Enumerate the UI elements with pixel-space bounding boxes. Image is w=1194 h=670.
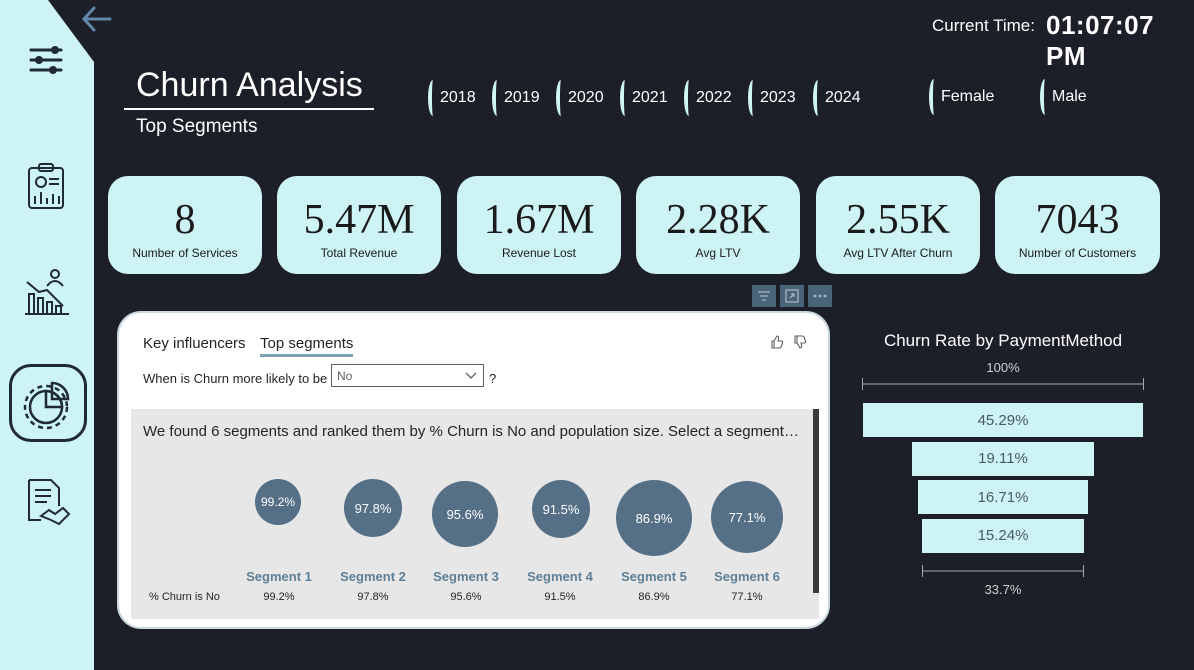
pie-gear-icon xyxy=(23,381,70,430)
funnel-bottom-percent: 33.7% xyxy=(984,582,1022,597)
top-segments-visual: Key influencers Top segments When is Chu… xyxy=(117,311,830,629)
funnel-bar[interactable]: 15.24% xyxy=(922,518,1084,553)
current-time-label: Current Time: xyxy=(932,16,1035,35)
churn-value-dropdown[interactable]: No xyxy=(331,364,484,387)
kpi-card-customers: 7043 Number of Customers xyxy=(995,176,1160,274)
thumbs-down-icon[interactable] xyxy=(793,335,807,349)
page-title: Churn Analysis xyxy=(136,66,363,104)
question-label: When is Churn more likely to be xyxy=(143,371,328,386)
kpi-value: 1.67M xyxy=(483,197,595,243)
kpi-card-services: 8 Number of Services xyxy=(108,176,262,274)
segment-churn-value: 99.2% xyxy=(263,591,295,603)
segment-name[interactable]: Segment 1 xyxy=(234,569,324,584)
segment-churn-value: 86.9% xyxy=(638,591,670,603)
segments-summary: We found 6 segments and ranked them by %… xyxy=(143,423,803,440)
year-label: 2022 xyxy=(696,89,732,106)
kpi-value: 8 xyxy=(174,197,196,243)
kpi-label: Number of Customers xyxy=(1018,246,1137,260)
current-time-value: 01:07:07 PM xyxy=(1046,10,1155,71)
declining-customers-chart-icon[interactable] xyxy=(19,264,73,318)
segment-bubble[interactable]: 77.1% xyxy=(711,481,783,553)
segment-name[interactable]: Segment 3 xyxy=(421,569,511,584)
year-label: 2023 xyxy=(760,89,796,106)
more-options-icon[interactable] xyxy=(808,285,832,307)
kpi-label: Number of Services xyxy=(132,246,238,260)
segment-bubble[interactable]: 86.9% xyxy=(616,480,692,556)
contract-handshake-icon[interactable] xyxy=(19,476,73,530)
kpi-value: 2.28K xyxy=(666,197,770,243)
segment-name[interactable]: Segment 5 xyxy=(609,569,699,584)
tab-top-segments[interactable]: Top segments xyxy=(260,335,354,357)
segment-churn-value: 77.1% xyxy=(731,591,763,603)
kpi-card-avg-ltv-after-churn: 2.55K Avg LTV After Churn xyxy=(816,176,980,274)
tab-key-influencers[interactable]: Key influencers xyxy=(143,335,246,352)
kpi-card-avg-ltv: 2.28K Avg LTV xyxy=(636,176,800,274)
focus-mode-icon[interactable] xyxy=(780,285,804,307)
funnel-bar[interactable]: 16.71% xyxy=(918,480,1088,514)
nav-item-active[interactable] xyxy=(9,364,87,442)
filter-icon[interactable] xyxy=(752,285,776,307)
funnel-title: Churn Rate by PaymentMethod xyxy=(883,331,1123,350)
vertical-scrollbar[interactable] xyxy=(813,409,819,593)
kpi-label: Avg LTV After Churn xyxy=(843,246,953,260)
title-underline xyxy=(124,108,374,110)
segments-panel: We found 6 segments and ranked them by %… xyxy=(131,409,819,619)
gender-label: Male xyxy=(1052,88,1087,105)
year-label: 2020 xyxy=(568,89,604,106)
dropdown-value: No xyxy=(337,369,353,383)
funnel-bar[interactable]: 45.29% xyxy=(863,403,1143,437)
year-label: 2024 xyxy=(825,89,861,106)
thumbs-up-icon[interactable] xyxy=(770,335,784,349)
kpi-label: Total Revenue xyxy=(320,246,398,260)
kpi-card-total-revenue: 5.47M Total Revenue xyxy=(277,176,441,274)
segment-churn-value: 91.5% xyxy=(544,591,576,603)
year-label: 2021 xyxy=(632,89,668,106)
funnel-bottom-bracket xyxy=(922,565,1084,577)
funnel-top-percent: 100% xyxy=(986,360,1020,375)
kpi-label: Revenue Lost xyxy=(501,246,577,260)
kpi-card-revenue-lost: 1.67M Revenue Lost xyxy=(457,176,621,274)
back-arrow-icon[interactable] xyxy=(80,4,114,34)
question-mark: ? xyxy=(489,371,497,386)
segment-bubble[interactable]: 97.8% xyxy=(344,479,402,537)
gender-label: Female xyxy=(941,88,995,105)
segment-bubble[interactable]: 99.2% xyxy=(255,479,301,525)
segment-churn-value: 95.6% xyxy=(450,591,482,603)
report-clipboard-icon[interactable] xyxy=(19,160,73,214)
year-label: 2019 xyxy=(504,89,540,106)
funnel-bar[interactable]: 19.11% xyxy=(912,441,1094,476)
kpi-label: Avg LTV xyxy=(695,246,741,260)
segment-name[interactable]: Segment 6 xyxy=(702,569,792,584)
segment-churn-value: 97.8% xyxy=(357,591,389,603)
row-label-churn-no: % Churn is No xyxy=(149,591,220,603)
kpi-value: 7043 xyxy=(1035,197,1120,243)
filter-sliders-icon[interactable] xyxy=(19,32,73,86)
year-label: 2018 xyxy=(440,89,476,106)
segment-name[interactable]: Segment 2 xyxy=(328,569,418,584)
page-subtitle: Top Segments xyxy=(136,116,258,137)
kpi-value: 2.55K xyxy=(846,197,950,243)
segment-name[interactable]: Segment 4 xyxy=(515,569,605,584)
funnel-top-bracket xyxy=(862,378,1144,390)
sidebar xyxy=(0,0,94,670)
segment-bubble[interactable]: 95.6% xyxy=(432,481,498,547)
chevron-down-icon xyxy=(465,372,477,379)
segment-bubble[interactable]: 91.5% xyxy=(532,480,590,538)
kpi-value: 5.47M xyxy=(303,197,415,243)
